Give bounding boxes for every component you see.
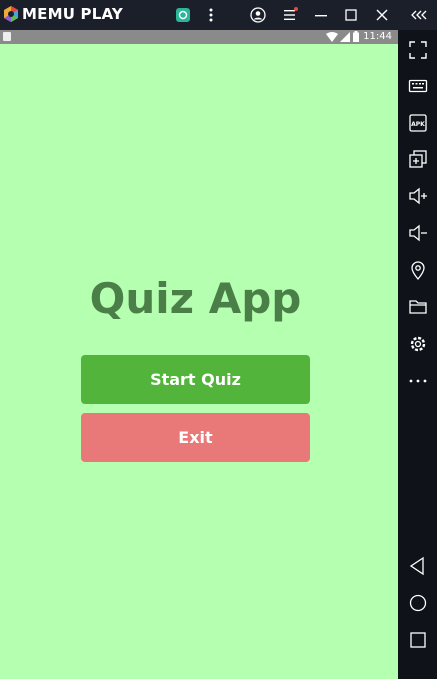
folder-icon[interactable] bbox=[408, 297, 428, 317]
android-status-bar: 11:44 bbox=[0, 30, 398, 44]
apk-icon[interactable]: APK bbox=[408, 113, 428, 133]
notification-icon bbox=[3, 32, 11, 41]
svg-text:APK: APK bbox=[411, 121, 425, 128]
wifi-icon bbox=[326, 32, 338, 42]
app-store-icon[interactable] bbox=[175, 7, 191, 23]
collapse-sidebar-icon[interactable] bbox=[410, 7, 427, 23]
recents-icon[interactable] bbox=[408, 630, 428, 650]
location-icon[interactable] bbox=[408, 260, 428, 280]
battery-icon bbox=[353, 31, 359, 42]
emulator-sidebar: APK bbox=[398, 30, 437, 679]
app-screen: Quiz App Start Quiz Exit bbox=[0, 44, 398, 679]
keyboard-icon[interactable] bbox=[408, 76, 428, 96]
more-vertical-icon[interactable] bbox=[203, 7, 219, 23]
menu-icon[interactable] bbox=[282, 7, 298, 23]
settings-icon[interactable] bbox=[408, 334, 428, 354]
home-icon[interactable] bbox=[408, 593, 428, 613]
volume-down-icon[interactable] bbox=[408, 223, 428, 243]
more-icon[interactable] bbox=[408, 371, 428, 391]
brand-name: MEMU PLAY bbox=[22, 5, 123, 23]
emulator-title-bar: MEMU PLAY bbox=[0, 0, 437, 30]
account-icon[interactable] bbox=[250, 7, 266, 23]
signal-icon bbox=[340, 32, 350, 42]
exit-button[interactable]: Exit bbox=[81, 413, 310, 462]
close-icon[interactable] bbox=[374, 7, 390, 23]
multi-instance-icon[interactable] bbox=[408, 149, 428, 169]
fullscreen-icon[interactable] bbox=[408, 40, 428, 60]
back-icon[interactable] bbox=[408, 556, 428, 576]
page-title: Quiz App bbox=[89, 274, 302, 323]
start-quiz-button[interactable]: Start Quiz bbox=[81, 355, 310, 404]
memu-logo-icon bbox=[4, 6, 18, 22]
volume-up-icon[interactable] bbox=[408, 186, 428, 206]
minimize-icon[interactable] bbox=[313, 7, 329, 23]
status-time: 11:44 bbox=[363, 31, 392, 42]
maximize-icon[interactable] bbox=[343, 7, 359, 23]
